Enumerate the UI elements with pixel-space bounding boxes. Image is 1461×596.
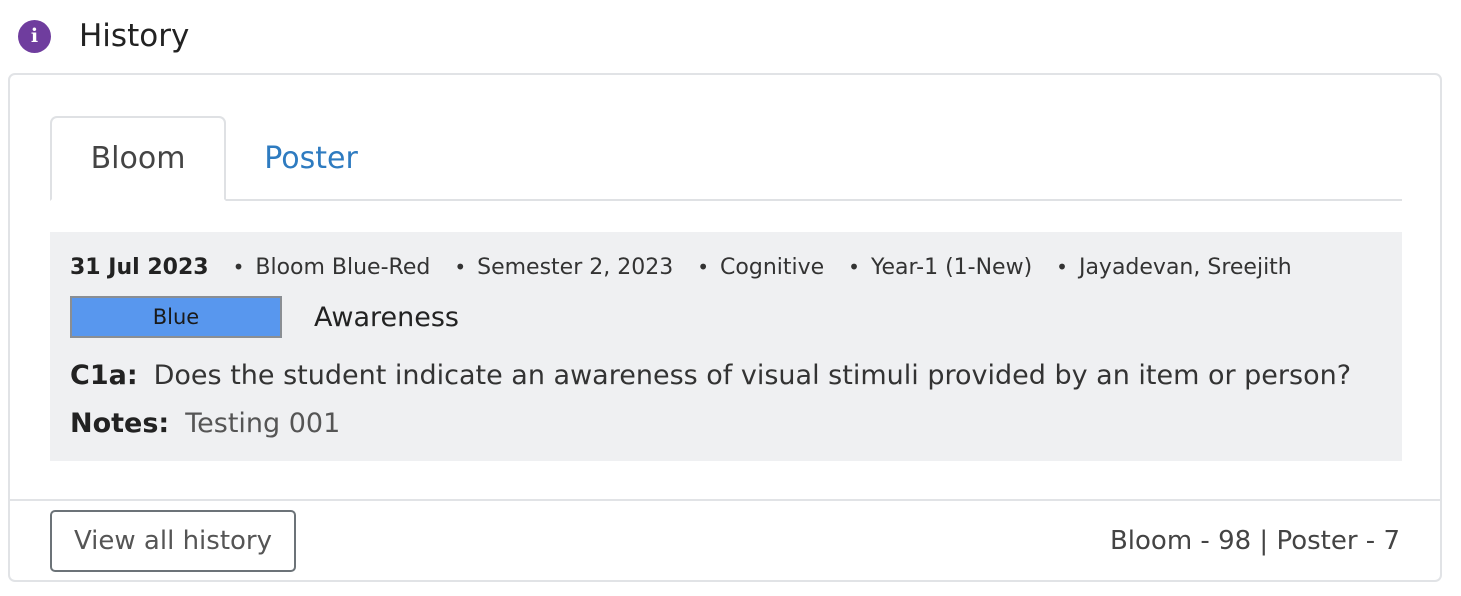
history-counts: Bloom - 98 | Poster - 7 xyxy=(1109,526,1400,556)
bullet-separator: • xyxy=(848,255,860,279)
footer-divider xyxy=(10,499,1440,501)
question-row: C1a: Does the student indicate an awaren… xyxy=(70,356,1351,394)
notes-label: Notes: xyxy=(70,407,170,439)
history-entry: 31 Jul 2023 • Bloom Blue-Red • Semester … xyxy=(50,232,1402,461)
page-title: History xyxy=(79,18,190,54)
entry-domain: Cognitive xyxy=(720,254,825,280)
tab-poster[interactable]: Poster xyxy=(226,116,396,201)
entry-assessor: Jayadevan, Sreejith xyxy=(1078,254,1292,280)
entry-date: 31 Jul 2023 xyxy=(70,254,209,280)
entry-year: Year-1 (1-New) xyxy=(870,254,1033,280)
info-icon: i xyxy=(18,19,51,53)
level-name: Awareness xyxy=(314,301,459,333)
level-row: Blue Awareness xyxy=(70,296,459,338)
notes-row: Notes: Testing 001 xyxy=(70,404,340,442)
tab-bloom[interactable]: Bloom xyxy=(50,116,226,201)
notes-value: Testing 001 xyxy=(185,407,341,439)
entry-framework: Bloom Blue-Red xyxy=(255,254,431,280)
entry-semester: Semester 2, 2023 xyxy=(477,254,674,280)
bullet-separator: • xyxy=(232,255,245,279)
bullet-separator: • xyxy=(697,255,710,279)
history-tabs: Bloom Poster xyxy=(50,116,1402,201)
view-all-history-button[interactable]: View all history xyxy=(50,510,296,572)
bullet-separator: • xyxy=(1056,255,1068,279)
history-panel: Bloom Poster 31 Jul 2023 • Bloom Blue-Re… xyxy=(8,73,1442,582)
entry-meta: 31 Jul 2023 • Bloom Blue-Red • Semester … xyxy=(70,250,1292,284)
bullet-separator: • xyxy=(454,255,467,279)
level-badge: Blue xyxy=(70,296,282,338)
history-header: i History xyxy=(18,18,189,54)
question-text: Does the student indicate an awareness o… xyxy=(153,359,1352,391)
question-code: C1a: xyxy=(70,359,138,391)
